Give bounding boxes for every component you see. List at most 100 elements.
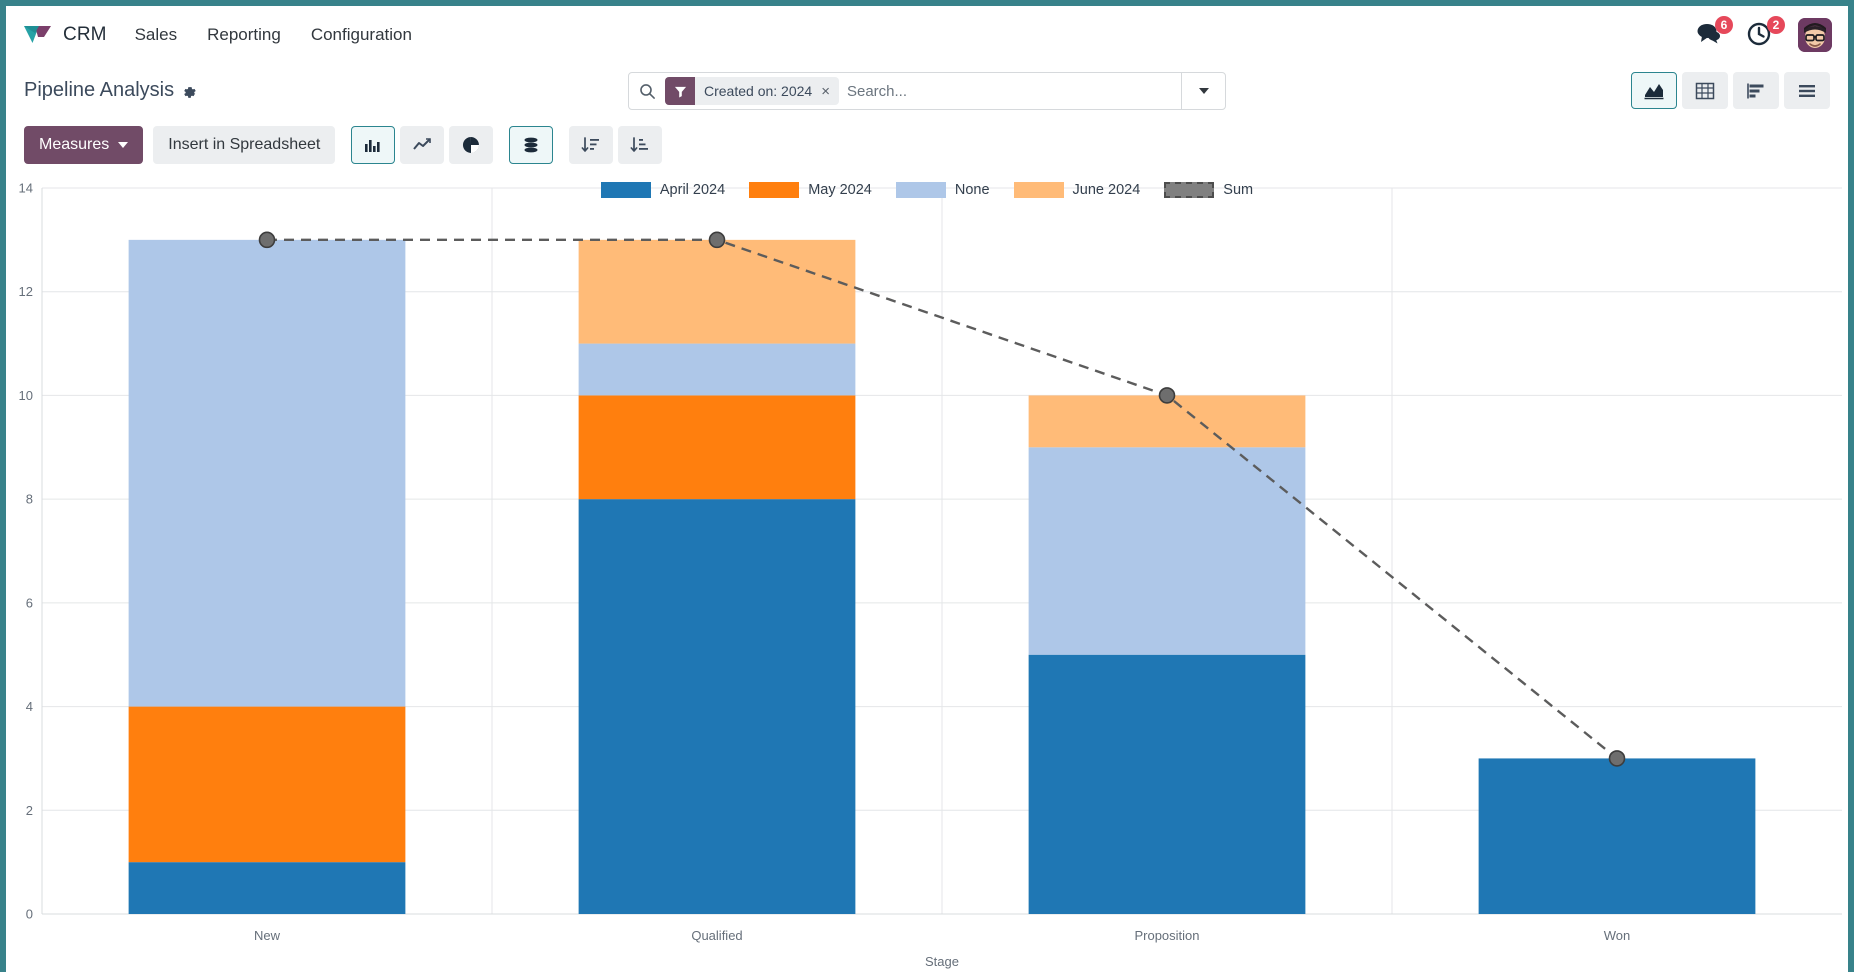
table-grid-icon [1695,82,1715,99]
y-axis-tick-label: 12 [19,284,33,299]
legend-swatch [749,182,800,198]
control-panel-header: Pipeline Analysis Created on: 2024 × Sea… [6,64,1848,116]
search-icon [629,73,665,109]
x-axis-tick-label: Proposition [1134,928,1199,943]
nav-menu: Sales Reporting Configuration [133,21,414,49]
measures-dropdown-button[interactable]: Measures [24,126,144,164]
bar-segment[interactable] [578,395,856,500]
bar-segment[interactable] [1478,758,1756,914]
search-bar[interactable]: Created on: 2024 × [628,72,1226,110]
breadcrumb: Pipeline Analysis [24,79,197,102]
y-axis-tick-label: 10 [19,388,33,403]
graph-toolbar: Measures Insert in Spreadsheet [6,116,1848,174]
search-facet-created-on[interactable]: Created on: 2024 × [665,77,839,105]
page-title: Pipeline Analysis [24,78,175,101]
bar-segment[interactable] [1028,654,1306,914]
stacked-bar-chart[interactable]: 0 2 4 6 8 10 12 14 New Qualified Proposition Won Sta… [6,174,1848,972]
nav-item-sales[interactable]: Sales [133,21,180,49]
legend-label: June 2024 [1072,182,1141,198]
legend-swatch [1013,182,1064,198]
x-axis-tick-label: Qualified [691,928,742,943]
chart-type-group [351,126,494,164]
view-button-cohort[interactable] [1733,72,1779,109]
sort-ascending-button[interactable] [618,126,663,164]
sort-descending-button[interactable] [569,126,614,164]
view-switcher [1631,72,1830,109]
x-axis-tick-label: New [254,928,281,943]
x-axis-title: Stage [925,954,959,969]
brand-name[interactable]: CRM [63,24,107,46]
legend-label: None [954,182,990,198]
view-button-pivot[interactable] [1682,72,1728,109]
legend-item-may[interactable]: May 2024 [749,182,872,198]
legend-swatch [895,182,946,198]
odoo-logo-icon[interactable] [22,19,54,51]
chart-type-bar-button[interactable] [351,126,396,164]
stacked-database-icon [524,137,538,153]
legend-item-june[interactable]: June 2024 [1013,182,1141,198]
activities-badge: 2 [1767,16,1785,34]
area-chart-icon [1644,83,1664,99]
activities-button[interactable]: 2 [1746,16,1785,49]
bar-segment[interactable] [578,343,856,396]
search-facet-remove-button[interactable]: × [819,77,839,105]
sum-point-marker[interactable] [258,231,276,249]
bar-segment[interactable] [578,499,856,914]
view-button-graph[interactable] [1631,72,1677,109]
legend-label: Sum [1223,182,1254,198]
bar-segment[interactable] [578,239,856,344]
legend-item-april[interactable]: April 2024 [600,182,726,198]
graph-view: April 2024 May 2024 None June 2024 Sum 0… [6,174,1848,972]
gear-icon[interactable] [182,83,197,98]
legend-swatch-sum [1164,182,1215,198]
y-axis-tick-label: 2 [26,803,33,818]
y-axis-tick-label: 6 [26,595,33,610]
y-axis-tick-label: 8 [26,492,33,507]
legend-item-sum[interactable]: Sum [1164,182,1253,198]
nav-item-configuration[interactable]: Configuration [309,21,414,49]
top-navbar: CRM Sales Reporting Configuration 6 2 [6,6,1848,64]
list-lines-icon [1799,84,1815,97]
legend-swatch [600,182,651,198]
bar-segment[interactable] [1028,447,1306,655]
app-window: CRM Sales Reporting Configuration 6 2 Pi… [0,0,1854,972]
legend-label: May 2024 [808,182,872,198]
legend-label: April 2024 [659,182,726,198]
bar-segment[interactable] [128,706,406,863]
bar-segment[interactable] [128,862,406,914]
navbar-systray: 6 2 [1694,6,1832,64]
chart-type-line-button[interactable] [400,126,445,164]
messages-badge: 6 [1715,16,1733,34]
bar-chart-icon [365,140,380,152]
sum-point-marker[interactable] [1608,750,1626,767]
measures-label: Measures [39,136,110,153]
chevron-down-icon [118,142,129,148]
nav-item-reporting[interactable]: Reporting [205,21,283,49]
x-axis-tick-label: Won [1604,928,1631,943]
y-axis-tick-label: 14 [19,181,33,196]
sum-point-marker[interactable] [708,231,726,249]
search-facet-label: Created on: 2024 [704,83,813,99]
filter-icon [665,77,695,105]
line-chart-icon [413,138,432,150]
chevron-down-icon [1198,88,1209,94]
user-avatar[interactable] [1798,18,1832,52]
legend-item-none[interactable]: None [895,182,990,198]
y-axis-tick-label: 0 [26,907,33,922]
stacked-toggle-button[interactable] [509,126,554,164]
insert-in-spreadsheet-button[interactable]: Insert in Spreadsheet [153,126,336,164]
sorting-group [569,126,663,164]
search-input[interactable] [838,73,1181,109]
view-button-list[interactable] [1784,72,1830,109]
search-dropdown-toggle[interactable] [1181,73,1225,109]
messages-button[interactable]: 6 [1694,16,1733,49]
bar-segment[interactable] [128,239,406,707]
avatar-image [1798,18,1832,52]
sort-amount-desc-icon [581,137,600,152]
pie-chart-icon [463,137,480,153]
y-axis-tick-label: 4 [26,699,33,714]
graph-options-group [509,126,554,164]
sort-amount-asc-icon [630,137,649,152]
chart-type-pie-button[interactable] [449,126,494,164]
sum-point-marker[interactable] [1158,387,1176,404]
